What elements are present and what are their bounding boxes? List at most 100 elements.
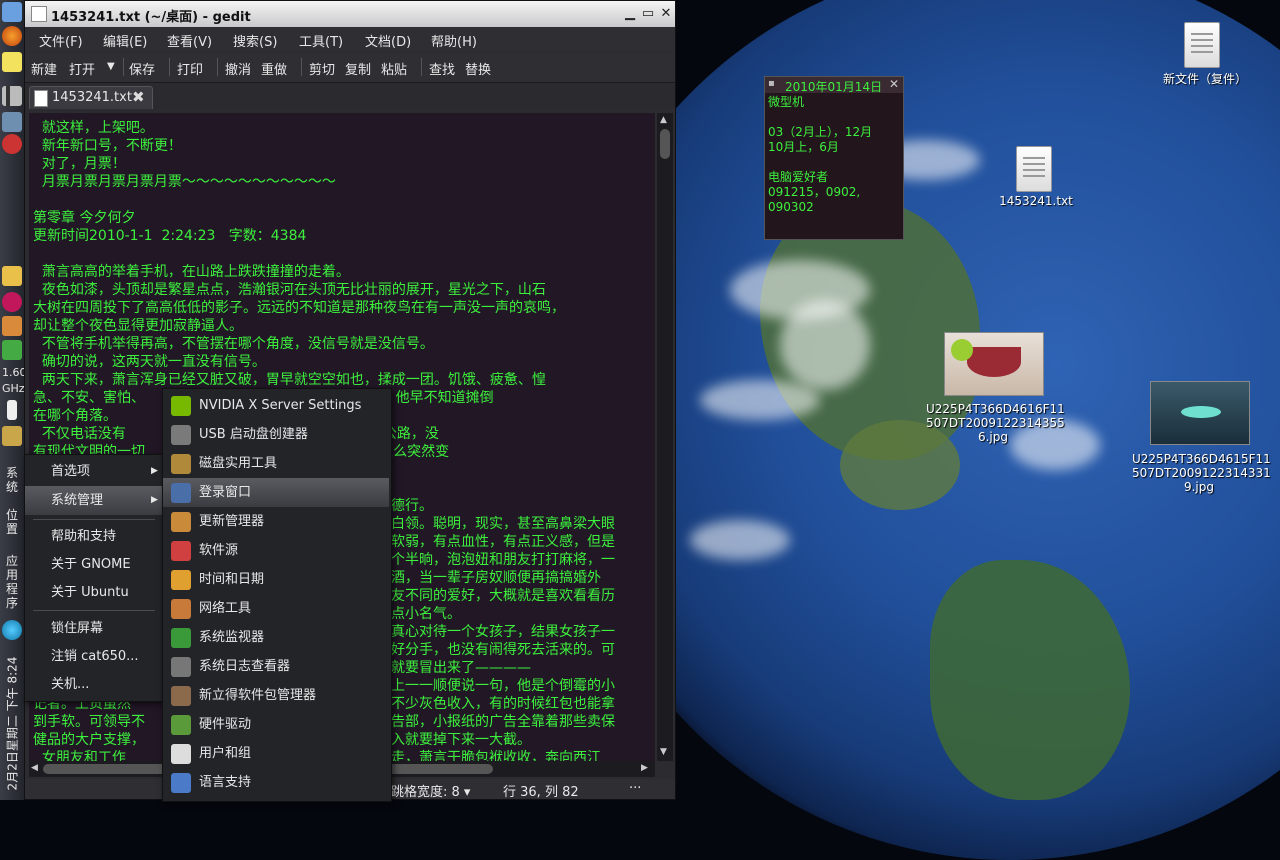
submenu-item-system-monitor[interactable]: 系统监视器 xyxy=(163,623,389,652)
submenu-item-language-support[interactable]: 语言支持 xyxy=(163,768,389,797)
scroll-down-arrow-icon[interactable]: ▼ xyxy=(660,747,667,757)
menu-documents[interactable]: 文档(D) xyxy=(365,31,411,50)
software-sources-icon xyxy=(171,541,191,561)
editor-line: 更新时间2010-1-1 2:24:23 字数：4384 xyxy=(33,228,307,244)
editor-line: 新年新口号，不断更！ xyxy=(33,138,182,154)
open-button[interactable]: 打开 xyxy=(69,59,95,78)
save-button[interactable]: 保存 xyxy=(129,59,155,78)
submenu-item-network-tools[interactable]: 网络工具 xyxy=(163,594,389,623)
login-window-icon xyxy=(171,483,191,503)
submenu-item-disk-utility[interactable]: 磁盘实用工具 xyxy=(163,449,389,478)
nvidia-icon xyxy=(171,396,191,416)
scroll-up-arrow-icon[interactable]: ▲ xyxy=(660,115,667,125)
status-extra[interactable]: ··· xyxy=(629,781,641,796)
desktop-icon-label: U225P4T366D4615F11 507DT2009122314331 9.… xyxy=(1132,452,1271,494)
editor-line: 好分手，也没有闹得死去活来的。可 xyxy=(391,642,615,658)
submenu-item-software-sources[interactable]: 软件源 xyxy=(163,536,389,565)
copy-button[interactable]: 复制 xyxy=(345,59,371,78)
menu-item-logout[interactable]: 注销 cat650... xyxy=(25,642,163,671)
editor-line: 就要冒出来了———— xyxy=(391,660,531,676)
vertical-scrollbar[interactable]: ▲ ▼ xyxy=(657,113,673,761)
paste-button[interactable]: 粘贴 xyxy=(381,59,407,78)
document-icon xyxy=(34,90,48,107)
log-viewer-icon xyxy=(171,657,191,677)
close-button[interactable]: ✕ xyxy=(657,5,675,23)
network-icon[interactable] xyxy=(2,112,22,132)
menu-item-shutdown[interactable]: 关机... xyxy=(25,670,163,699)
notes-icon[interactable] xyxy=(2,52,22,72)
editor-line: 两天下来，萧言浑身已经又脏又破，胃早就空空如也，揉成一团。饥饿、疲惫、惶 xyxy=(33,372,546,388)
submenu-item-usb-creator[interactable]: USB 启动盘创建器 xyxy=(163,420,389,449)
editor-line: 就这样，上架吧。 xyxy=(33,120,154,136)
menu-file[interactable]: 文件(F) xyxy=(39,31,83,50)
note-line: 微型机 xyxy=(768,95,805,109)
scroll-left-arrow-icon[interactable]: ◀ xyxy=(31,763,38,773)
submenu-item-login-window[interactable]: 登录窗口 xyxy=(163,478,389,507)
submenu-item-log-viewer[interactable]: 系统日志查看器 xyxy=(163,652,389,681)
desktop-icon-label: 1453241.txt xyxy=(999,194,1073,208)
tab-width-selector[interactable]: 跳格宽度: 8 ▾ xyxy=(391,781,470,800)
synaptic-icon xyxy=(171,686,191,706)
menu-search[interactable]: 搜索(S) xyxy=(233,31,277,50)
workspace-switcher-icon[interactable] xyxy=(2,426,22,446)
image-thumbnail-icon xyxy=(944,332,1044,396)
ubuntu-logo-icon[interactable] xyxy=(2,620,22,640)
virtualbox-icon[interactable] xyxy=(2,2,22,22)
sticky-note[interactable]: ▪ 2010年01月14日 ✕ 微型机 03（2月上），12月 10月上，6月 电脑爱… xyxy=(764,76,904,240)
note-line: 电脑爱好者 xyxy=(768,170,829,184)
editor-line: 告部，小报纸的广告全靠着那些卖保 xyxy=(391,714,615,730)
window-title: 1453241.txt (~/桌面) - gedit xyxy=(51,10,251,25)
tab-1453241-txt[interactable]: 1453241.txt ✖ xyxy=(29,86,153,109)
note-lock-icon[interactable]: ▪ xyxy=(768,78,775,89)
menu-tools[interactable]: 工具(T) xyxy=(299,31,343,50)
firefox-icon[interactable] xyxy=(2,26,22,46)
panel-clock[interactable]: 2月2日星期二 下午 8:24 xyxy=(0,655,24,795)
package-icon[interactable] xyxy=(2,316,22,336)
tab-label: 1453241.txt xyxy=(52,90,132,105)
menu-item-preferences[interactable]: 首选项 ▶ xyxy=(25,457,163,486)
menu-item-help[interactable]: 帮助和支持 xyxy=(25,522,163,551)
applications-menu-label[interactable]: 应用程序 xyxy=(2,554,22,610)
replace-button[interactable]: 替换 xyxy=(465,59,491,78)
cursor-position: 行 36, 列 82 xyxy=(503,785,579,800)
find-button[interactable]: 查找 xyxy=(429,59,455,78)
maximize-button[interactable]: ▭ xyxy=(639,5,657,23)
text-file-icon xyxy=(1016,146,1052,192)
submenu-item-update-manager[interactable]: 更新管理器 xyxy=(163,507,389,536)
submenu-item-nvidia[interactable]: NVIDIA X Server Settings xyxy=(163,391,389,420)
debian-icon[interactable] xyxy=(2,292,22,312)
editor-line: 确切的说，这两天就一直没有信号。 xyxy=(33,354,266,370)
cut-button[interactable]: 剪切 xyxy=(309,59,335,78)
minimize-button[interactable]: ▁ xyxy=(621,5,639,23)
menu-item-about-ubuntu[interactable]: 关于 Ubuntu xyxy=(25,578,163,607)
redo-button[interactable]: 重做 xyxy=(261,59,287,78)
new-button[interactable]: 新建 xyxy=(31,59,57,78)
menu-item-lock-screen[interactable]: 锁住屏幕 xyxy=(25,614,163,643)
window-titlebar[interactable]: 1453241.txt (~/桌面) - gedit ▁ ▭ ✕ xyxy=(25,1,675,27)
menu-separator xyxy=(33,610,155,611)
note-line: 10月上，6月 xyxy=(768,140,839,154)
undo-button[interactable]: 撤消 xyxy=(225,59,251,78)
places-menu-label[interactable]: 位置 xyxy=(2,508,22,536)
submenu-item-users-groups[interactable]: 用户和组 xyxy=(163,739,389,768)
menu-item-administration[interactable]: 系统管理 ▶ xyxy=(25,486,163,515)
submenu-item-synaptic[interactable]: 新立得软件包管理器 xyxy=(163,681,389,710)
menu-view[interactable]: 查看(V) xyxy=(167,31,212,50)
menu-help[interactable]: 帮助(H) xyxy=(431,31,477,50)
submenu-item-hardware-drivers[interactable]: 硬件驱动 xyxy=(163,710,389,739)
open-recent-chevron-icon[interactable]: ▼ xyxy=(107,61,115,72)
menu-item-about-gnome[interactable]: 关于 GNOME xyxy=(25,550,163,579)
update-icon[interactable] xyxy=(2,134,22,154)
note-header[interactable]: ▪ 2010年01月14日 ✕ xyxy=(765,77,903,94)
window-menu-icon[interactable] xyxy=(31,6,47,22)
submenu-item-time-date[interactable]: 时间和日期 xyxy=(163,565,389,594)
note-close-icon[interactable]: ✕ xyxy=(889,77,899,91)
menu-edit[interactable]: 编辑(E) xyxy=(103,31,147,50)
scroll-right-arrow-icon[interactable]: ▶ xyxy=(641,763,648,773)
print-button[interactable]: 打印 xyxy=(177,59,203,78)
system-menu-label[interactable]: 系统 xyxy=(2,466,22,494)
scrollbar-thumb[interactable] xyxy=(660,129,670,159)
editor-line: 真心对待一个女孩子，结果女孩子一 xyxy=(391,624,615,640)
tab-close-icon[interactable]: ✖ xyxy=(132,88,145,106)
mail-icon[interactable] xyxy=(2,266,22,286)
